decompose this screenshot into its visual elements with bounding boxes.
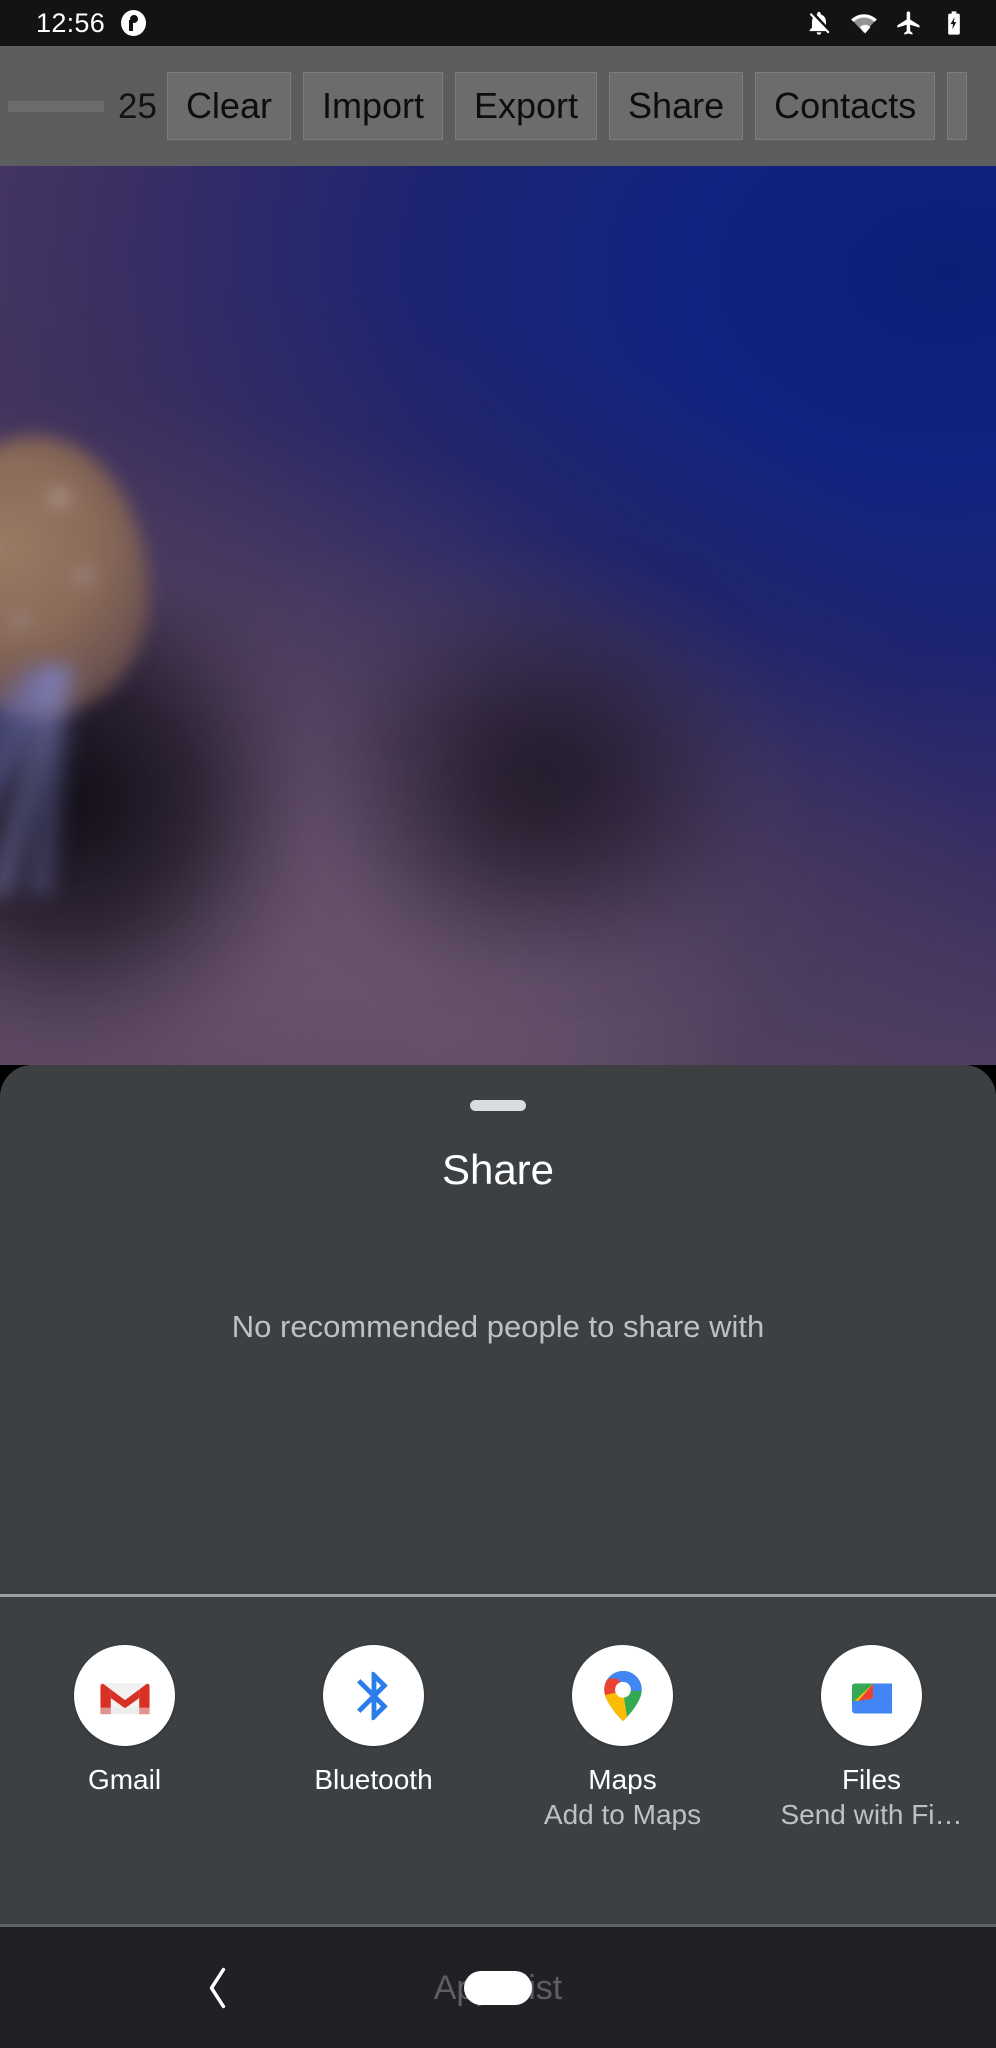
notifications-off-icon bbox=[809, 11, 830, 35]
app-toolbar: 25 Clear Import Export Share Contacts bbox=[0, 46, 996, 166]
google-files-icon bbox=[821, 1645, 922, 1746]
clear-button[interactable]: Clear bbox=[166, 72, 291, 140]
status-bar-clock: 12:56 bbox=[36, 7, 106, 38]
share-target-label: Maps bbox=[588, 1765, 657, 1795]
share-target-subtitle: Add to Maps bbox=[543, 1800, 702, 1830]
airplane-mode-icon bbox=[897, 11, 920, 35]
toolbar-count: 25 bbox=[118, 86, 157, 126]
navigation-bar: Apps list bbox=[0, 1927, 996, 2048]
share-sheet-divider-top bbox=[0, 1594, 996, 1597]
share-target-label: Files bbox=[841, 1765, 902, 1795]
share-target-bluetooth[interactable]: Bluetooth bbox=[249, 1611, 498, 1830]
contacts-button[interactable]: Contacts bbox=[755, 72, 936, 140]
export-button[interactable]: Export bbox=[455, 72, 598, 140]
status-bar-right bbox=[805, 9, 996, 37]
home-gesture-pill[interactable] bbox=[464, 1970, 532, 2005]
app-notification-icon bbox=[121, 10, 147, 36]
status-bar-left: 12:56 bbox=[0, 7, 147, 39]
share-target-maps[interactable]: Maps Add to Maps bbox=[498, 1611, 747, 1830]
android-share-screen: 12:56 25 Clear Import Export Share Conta… bbox=[0, 0, 996, 2048]
share-sheet: Share No recommended people to share wit… bbox=[0, 1065, 996, 1927]
battery-charging-icon bbox=[948, 11, 960, 35]
share-target-app-row: Gmail Bluetooth Maps Add to Maps Files S… bbox=[0, 1611, 996, 1830]
share-target-label: Bluetooth bbox=[314, 1765, 433, 1795]
gmail-icon bbox=[74, 1645, 175, 1746]
import-button[interactable]: Import bbox=[302, 72, 443, 140]
drag-handle[interactable] bbox=[470, 1100, 526, 1111]
google-maps-icon bbox=[572, 1645, 673, 1746]
status-bar: 12:56 bbox=[0, 0, 996, 46]
share-sheet-title: Share bbox=[441, 1146, 555, 1193]
toolbar-partial-element bbox=[8, 100, 104, 112]
wallpaper-streaks bbox=[0, 666, 100, 896]
share-target-subtitle: Send with Fi… bbox=[780, 1800, 963, 1830]
toolbar-overflow-button[interactable] bbox=[947, 72, 968, 140]
share-target-label: Gmail bbox=[87, 1765, 162, 1795]
wallpaper bbox=[0, 166, 996, 1065]
bluetooth-icon bbox=[323, 1645, 424, 1746]
wallpaper-shadow bbox=[330, 596, 750, 936]
share-target-files[interactable]: Files Send with Fi… bbox=[747, 1611, 996, 1830]
back-chevron-icon[interactable] bbox=[198, 1965, 238, 2011]
share-target-gmail[interactable]: Gmail bbox=[0, 1611, 249, 1830]
no-recommended-people-message: No recommended people to share with bbox=[231, 1309, 765, 1344]
wifi-icon bbox=[851, 14, 877, 34]
share-button[interactable]: Share bbox=[609, 72, 744, 140]
